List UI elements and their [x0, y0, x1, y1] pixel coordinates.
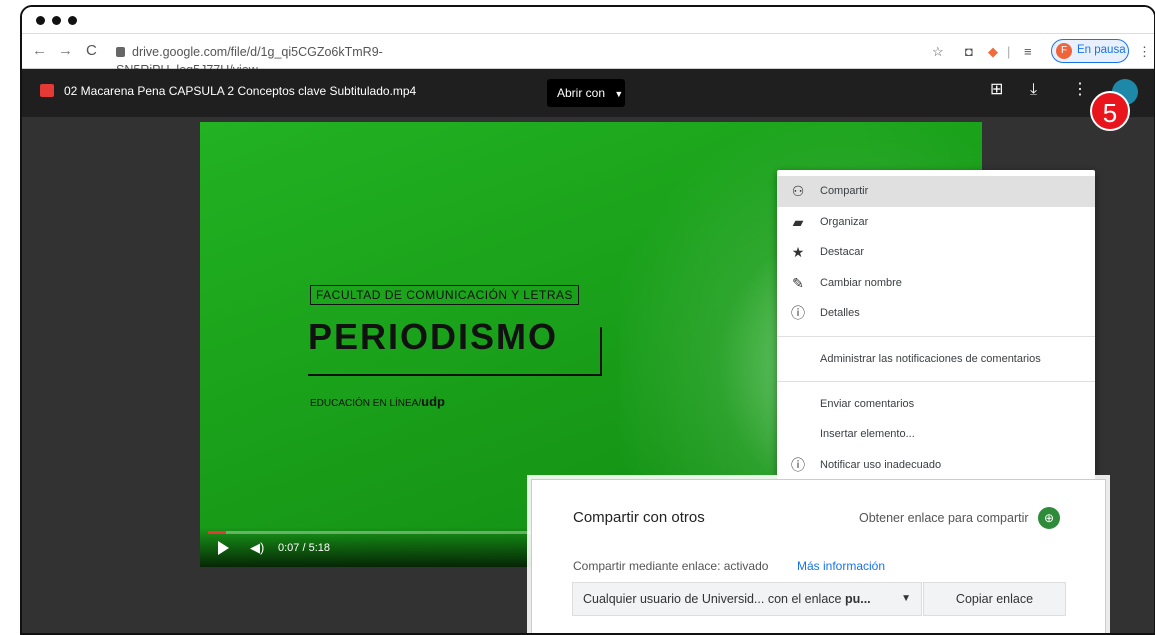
- get-link-button[interactable]: Obtener enlace para compartir: [859, 509, 1029, 527]
- add-to-drive-icon[interactable]: ⊞: [990, 80, 1003, 100]
- menu-item-destacar[interactable]: ★ Destacar: [777, 237, 1095, 268]
- more-options-icon[interactable]: ⋮: [1072, 80, 1088, 100]
- pencil-icon: ✎: [792, 274, 804, 291]
- education-prefix: EDUCACIÓN EN LÍNEA/: [310, 398, 422, 409]
- open-with-label: Abrir con: [557, 86, 606, 100]
- menu-item-label: Organizar: [820, 215, 869, 228]
- profile-pause-button[interactable]: F En pausa: [1051, 39, 1129, 63]
- browser-window: ← → C drive.google.com/file/d/1g_qi5CGZo…: [20, 5, 1155, 635]
- drive-viewer: 02 Macarena Pena CAPSULA 2 Conceptos cla…: [22, 69, 1154, 633]
- reading-list-icon[interactable]: ≡: [1024, 43, 1032, 60]
- extension-icon[interactable]: ◆: [988, 43, 998, 60]
- folder-move-icon: ▰: [792, 213, 804, 230]
- step-badge: 5: [1090, 91, 1130, 131]
- link-icon[interactable]: ⊕: [1038, 507, 1060, 529]
- menu-item-label: Destacar: [820, 246, 865, 258]
- open-with-button[interactable]: Abrir con ▼: [547, 79, 625, 107]
- share-dialog-title: Compartir con otros: [573, 509, 705, 526]
- education-brand: EDUCACIÓN EN LÍNEA/udp: [310, 395, 445, 411]
- menu-item-label: Enviar comentarios: [820, 397, 915, 410]
- forward-arrow-icon[interactable]: →: [58, 42, 73, 60]
- lock-icon: [116, 47, 125, 57]
- progress-fill: [208, 531, 226, 534]
- volume-icon[interactable]: ◀): [250, 540, 264, 556]
- menu-item-label: Insertar elemento...: [820, 428, 915, 440]
- menu-item-label: Detalles: [820, 307, 860, 319]
- browser-toolbar: ← → C drive.google.com/file/d/1g_qi5CGZo…: [22, 34, 1154, 77]
- more-options-menu: ⚇ Compartir ▰ Organizar ★ Destacar ✎ Cam…: [777, 170, 1095, 486]
- video-time: 0:07 / 5:18: [278, 542, 330, 554]
- brand-logo: udp: [421, 394, 445, 409]
- star-icon: ★: [791, 244, 805, 260]
- menu-item-report[interactable]: ⓘ Notificar uso inadecuado: [777, 450, 1095, 481]
- menu-item-label: Compartir: [820, 185, 869, 197]
- menu-divider: [777, 335, 1095, 337]
- menu-item-detalles[interactable]: ⓘ Detalles: [777, 298, 1095, 329]
- menu-item-cambiar-nombre[interactable]: ✎ Cambiar nombre: [777, 268, 1095, 299]
- audience-text: Cualquier usuario de Universid... con el…: [583, 592, 845, 606]
- browser-menu-icon[interactable]: ⋮: [1138, 43, 1151, 60]
- window-dot-3[interactable]: [68, 16, 77, 25]
- menu-item-compartir[interactable]: ⚇ Compartir: [777, 176, 1095, 207]
- copy-link-button[interactable]: Copiar enlace: [923, 582, 1066, 616]
- info-icon: ⓘ: [791, 305, 805, 321]
- download-icon[interactable]: ⤓: [1030, 80, 1037, 100]
- camera-icon[interactable]: ◘: [965, 43, 973, 60]
- caret-down-icon: ▼: [614, 89, 624, 99]
- link-sharing-status: Compartir mediante enlace: activado: [573, 559, 769, 573]
- audience-text-bold: pu...: [844, 592, 871, 606]
- heading-frame-horizontal: [308, 374, 602, 376]
- menu-item-label: Cambiar nombre: [820, 276, 902, 289]
- link-audience-select[interactable]: Cualquier usuario de Universid... con el…: [572, 582, 922, 616]
- window-titlebar: [22, 7, 1154, 34]
- toolbar-divider: |: [1007, 44, 1011, 59]
- address-bar[interactable]: drive.google.com/file/d/1g_qi5CGZo6kTmR9…: [116, 43, 516, 77]
- profile-status: En pausa: [1077, 44, 1126, 56]
- more-info-link[interactable]: Más información: [797, 558, 885, 574]
- menu-item-label: Notificar uso inadecuado: [820, 458, 942, 471]
- caret-down-icon: ▼: [901, 593, 911, 604]
- reload-icon[interactable]: C: [86, 42, 97, 60]
- report-icon: ⓘ: [791, 456, 805, 473]
- viewer-topbar: 02 Macarena Pena CAPSULA 2 Conceptos cla…: [22, 69, 1154, 117]
- video-heading: PERIODISMO: [308, 316, 559, 357]
- menu-item-feedback[interactable]: Enviar comentarios: [777, 389, 1095, 420]
- menu-divider: [777, 380, 1095, 382]
- star-icon[interactable]: ☆: [932, 43, 944, 60]
- profile-avatar: F: [1056, 43, 1072, 59]
- share-dialog: Compartir con otros Obtener enlace para …: [531, 479, 1106, 633]
- window-dot-1[interactable]: [36, 16, 45, 25]
- play-icon[interactable]: [218, 541, 229, 555]
- menu-item-organizar[interactable]: ▰ Organizar: [777, 207, 1095, 238]
- faculty-label: FACULTAD DE COMUNICACIÓN Y LETRAS: [310, 285, 579, 305]
- file-title: 02 Macarena Pena CAPSULA 2 Conceptos cla…: [64, 84, 417, 98]
- video-file-icon: [40, 84, 54, 97]
- menu-item-notifications[interactable]: Administrar las notificaciones de coment…: [777, 344, 1095, 374]
- menu-item-embed[interactable]: Insertar elemento...: [777, 419, 1095, 450]
- menu-item-label: Administrar las notificaciones de coment…: [820, 352, 1041, 365]
- window-dot-2[interactable]: [52, 16, 61, 25]
- heading-frame-vertical: [600, 327, 602, 375]
- add-person-icon: ⚇: [791, 183, 805, 199]
- back-arrow-icon[interactable]: ←: [32, 42, 47, 60]
